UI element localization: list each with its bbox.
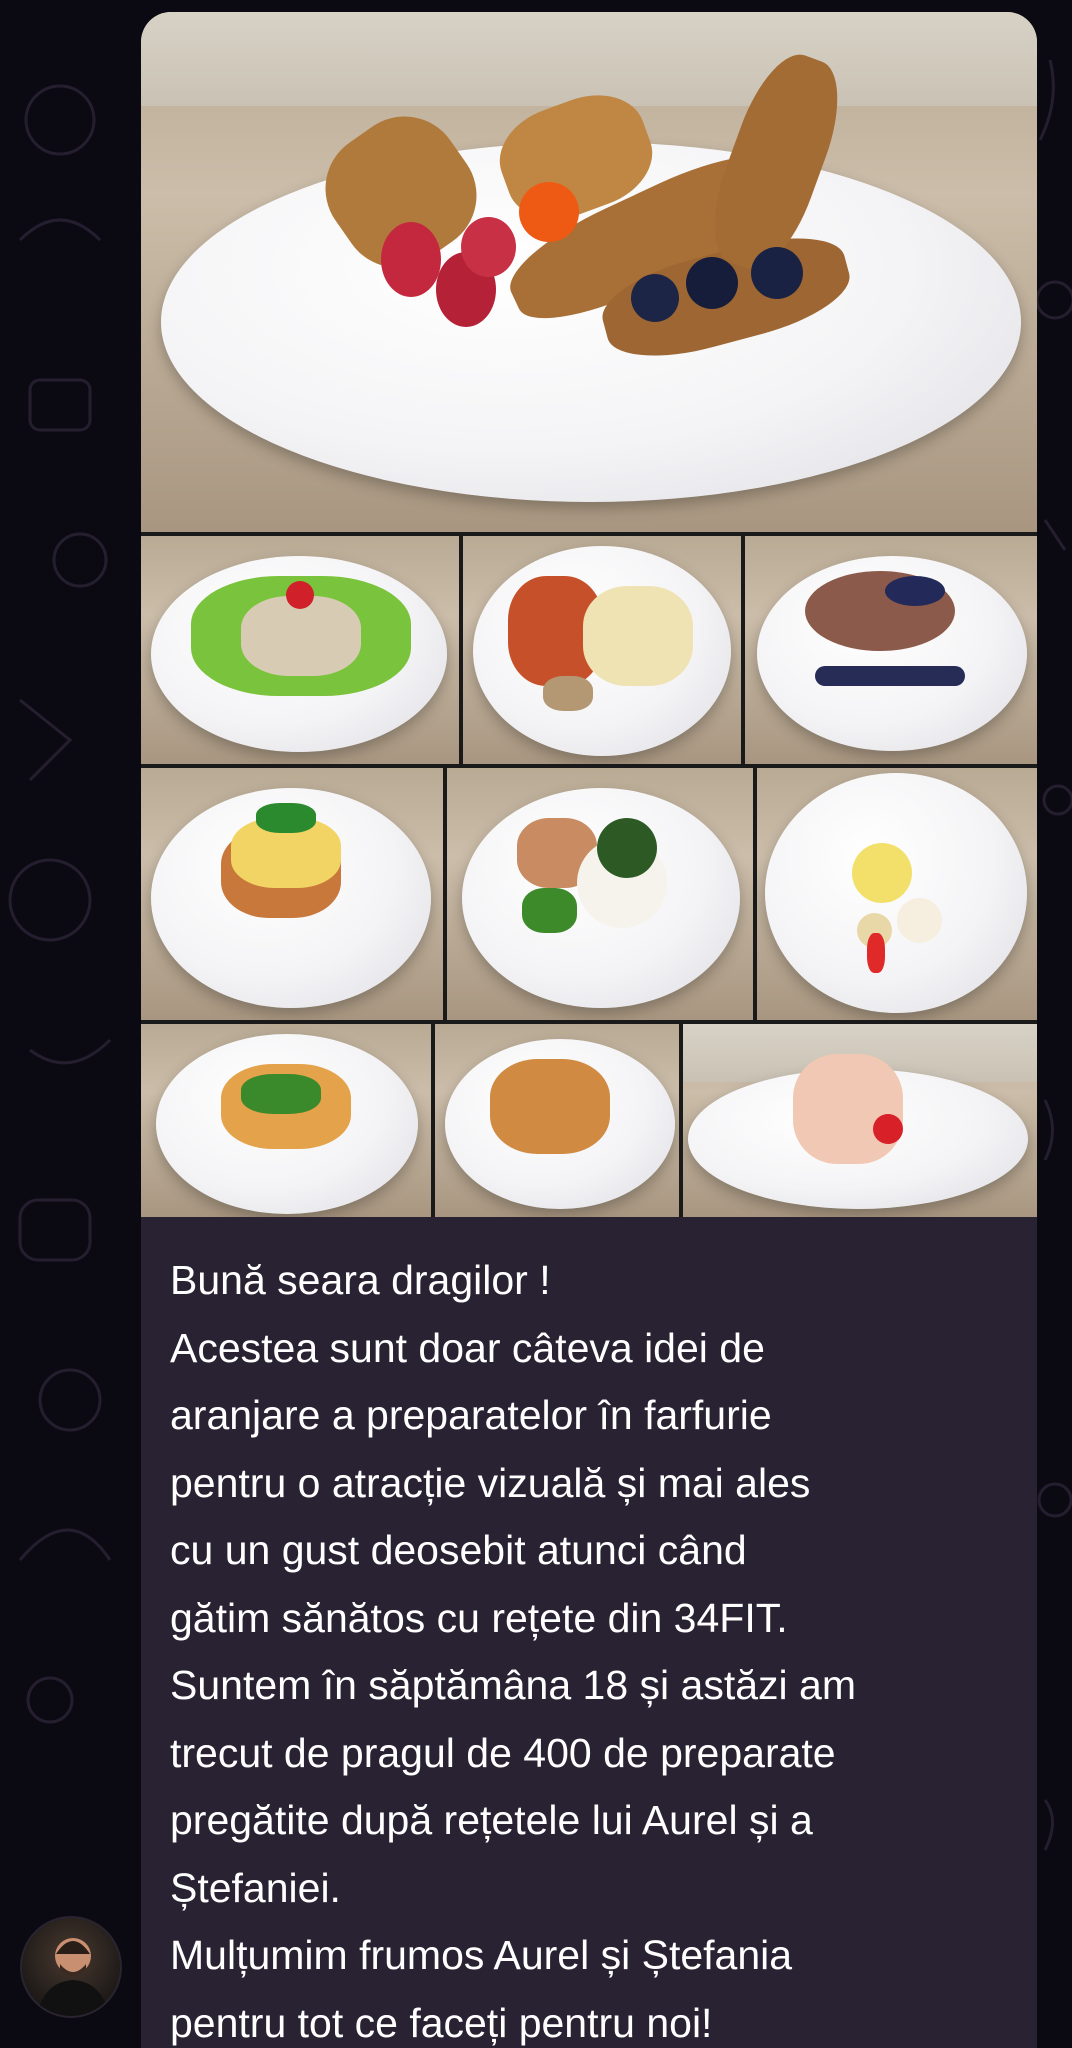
message-line: Bună seara dragilor ! (170, 1257, 551, 1303)
puree-schnitzel-photo[interactable] (141, 768, 443, 1020)
sender-avatar[interactable] (20, 1916, 122, 2018)
message-line: pentru o atracție vizuală și mai ales (170, 1459, 811, 1506)
chicken-strips-photo[interactable] (435, 1024, 679, 1217)
pasta-salad-photo[interactable] (141, 1024, 431, 1217)
chicken-salad-photo[interactable] (141, 536, 459, 764)
message-line: aranjare a preparatelor în farfurie (170, 1392, 772, 1438)
message-line: pregătite după rețetele lui Aurel și a (170, 1797, 813, 1843)
ham-rolls-photo[interactable] (683, 1024, 1037, 1217)
message-line: Mulțumim frumos Aurel și Ștefania (170, 1932, 793, 1978)
oatmeal-berries-photo[interactable] (745, 536, 1037, 764)
chicken-rice-photo[interactable] (447, 768, 753, 1020)
message-bubble: Bună seara dragilor ! Acestea sunt doar … (141, 12, 1037, 2048)
message-line: Ștefaniei. (170, 1864, 341, 1911)
french-toast-photo[interactable] (141, 12, 1037, 532)
message-line: Acestea sunt doar câteva idei de (170, 1324, 765, 1371)
message-line: cu un gust deosebit atunci când (170, 1527, 747, 1573)
message-line: Suntem în săptămâna 18 și astăzi am (170, 1662, 856, 1708)
message-line: gătim sănătos cu rețete din 34FIT. (170, 1594, 788, 1641)
message-line: pentru tot ce faceți pentru noi! (170, 1999, 713, 2046)
message-text: Bună seara dragilor ! Acestea sunt doar … (170, 1247, 1010, 2048)
pasta-vegetables-photo[interactable] (463, 536, 741, 764)
fruit-dessert-photo[interactable] (757, 768, 1037, 1020)
photo-collage[interactable] (141, 12, 1037, 1217)
message-line: trecut de pragul de 400 de preparate (170, 1729, 836, 1776)
